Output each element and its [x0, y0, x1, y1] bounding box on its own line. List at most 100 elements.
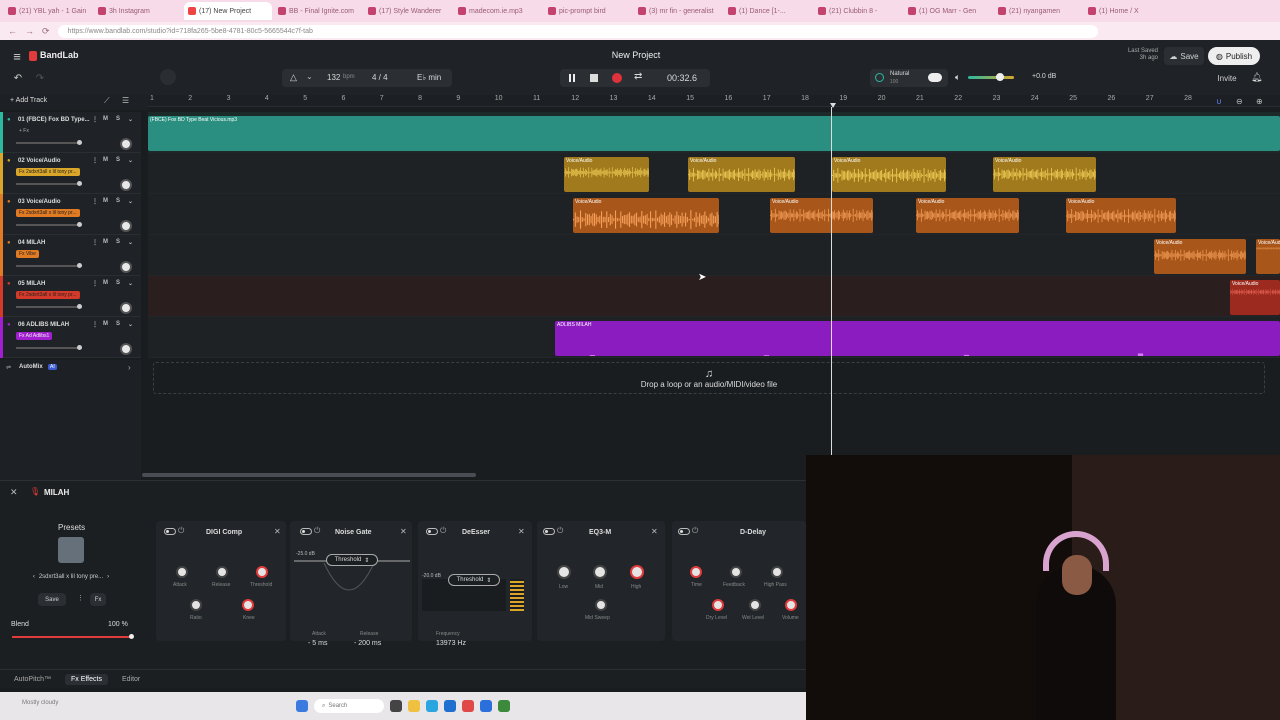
audio-clip[interactable]: Voice/Audio	[916, 198, 1019, 233]
mid-knob[interactable]	[593, 565, 607, 579]
track-header[interactable]: ● 02 Voice/Audio Fx 2sdxrt3all x lil tony …	[0, 153, 141, 194]
track-name[interactable]: 02 Voice/Audio	[18, 158, 61, 164]
loop-icon[interactable]: ⇄	[634, 71, 642, 82]
track-fx-chip[interactable]: Fx 2sdxrt3all x lil tony pr...	[16, 209, 80, 217]
browser-tab[interactable]: madecom.ie.mp3	[454, 2, 542, 20]
module-toggle[interactable]	[678, 528, 690, 535]
record-icon[interactable]	[612, 73, 622, 83]
solo-button[interactable]: S	[116, 321, 120, 327]
track-header[interactable]: ● 04 MILAH Fx Vibe ⋮ M S ⌄	[0, 235, 141, 276]
magnet-icon[interactable]: ∪	[1216, 97, 1222, 106]
module-toggle[interactable]	[164, 528, 176, 535]
tab-effects[interactable]: Fx Effects	[64, 674, 108, 685]
ratio-knob[interactable]	[190, 599, 202, 611]
track-name[interactable]: 06 ADLIBS MILAH	[18, 322, 69, 328]
track-header[interactable]: ● 05 MILAH Fx 2sdxrt3all x lil tony pr... ⋮…	[0, 276, 141, 317]
publish-button[interactable]: ◍ Publish	[1208, 47, 1260, 65]
solo-button[interactable]: S	[116, 116, 120, 122]
track-fx-chip[interactable]: Fx Ad Adlibs1	[16, 332, 53, 340]
power-icon[interactable]: ⏻	[314, 526, 320, 536]
knee-knob[interactable]	[242, 599, 254, 611]
threshold-knob[interactable]	[256, 566, 268, 578]
more-icon[interactable]: ⋮	[77, 594, 84, 602]
browser-tab[interactable]: (21) Clubbin 8 -	[814, 2, 902, 20]
track-pan-knob[interactable]	[120, 261, 132, 273]
edge-icon[interactable]	[426, 700, 438, 712]
save-button[interactable]: ☁ Save	[1164, 47, 1204, 65]
drop-zone[interactable]: ♫ Drop a loop or an audio/MIDI/video fil…	[153, 362, 1265, 394]
reload-icon[interactable]: ⟳	[42, 26, 50, 37]
mute-button[interactable]: M	[103, 157, 108, 163]
browser-tab[interactable]: (1) Dance [1-...	[724, 2, 812, 20]
master-volume-slider[interactable]	[968, 73, 1014, 81]
wet-level-knob[interactable]	[749, 599, 761, 611]
module-toggle[interactable]	[300, 528, 312, 535]
track-volume-slider[interactable]	[16, 263, 82, 268]
audio-clip[interactable]: Voice/Audio	[688, 157, 795, 192]
track-pan-knob[interactable]	[120, 179, 132, 191]
volume-knob[interactable]	[785, 599, 797, 611]
solo-button[interactable]: S	[116, 157, 120, 163]
high-knob[interactable]	[630, 565, 644, 579]
track-volume-slider[interactable]	[16, 304, 82, 309]
audio-clip[interactable]: Voice/Audio	[1230, 280, 1280, 315]
mute-button[interactable]: M	[103, 321, 108, 327]
more-icon[interactable]: ⋮	[92, 280, 98, 287]
browser-tab[interactable]: BB - Final Ignite.com	[274, 2, 362, 20]
power-icon[interactable]: ⏻	[692, 526, 698, 536]
back-arrow-icon[interactable]: ←	[8, 26, 17, 36]
track-fx-chip[interactable]: Fx 2sdxrt3all x lil tony pr...	[16, 168, 80, 176]
close-icon[interactable]: ✕	[10, 487, 18, 498]
attack-knob[interactable]	[176, 566, 188, 578]
frequency-value[interactable]: 13973 Hz	[436, 640, 466, 647]
fx-icon[interactable]: Fx	[90, 593, 106, 606]
chevron-down-icon[interactable]: ⌄	[128, 239, 133, 246]
track-fx-chip[interactable]: Fx 2sdxrt3all x lil tony pr...	[16, 291, 80, 299]
power-icon[interactable]: ⏻	[440, 526, 446, 536]
track-header[interactable]: ● 03 Voice/Audio Fx 2sdxrt3all x lil tony …	[0, 194, 141, 235]
more-icon[interactable]: ⋮	[92, 116, 98, 123]
automix-row[interactable]: ⇌ AutoMix AI ›	[0, 360, 141, 376]
feedback-knob[interactable]	[730, 566, 742, 578]
track-header[interactable]: ● 06 ADLIBS MILAH Fx Ad Adlibs1 ⋮ M S ⌄	[0, 317, 141, 358]
app-icon[interactable]	[480, 700, 492, 712]
track-volume-slider[interactable]	[16, 345, 82, 350]
mute-button[interactable]: M	[103, 198, 108, 204]
track-lane[interactable]	[148, 276, 1280, 317]
bpm-value[interactable]: 132	[327, 73, 340, 82]
undo-icon[interactable]: ↶	[10, 71, 26, 85]
attack-value[interactable]: ‑ 5 ms	[308, 640, 327, 647]
track-lanes[interactable]: (FBCE) Fox BD Type Beat Vicious.mp3 Voice…	[148, 112, 1280, 358]
power-icon[interactable]: ⏻	[178, 526, 184, 536]
audio-clip[interactable]: Voice/Audio	[993, 157, 1096, 192]
track-pan-knob[interactable]	[120, 138, 132, 150]
browser-tab[interactable]: pic-prompt bird	[544, 2, 632, 20]
preset-save-button[interactable]: Save	[38, 593, 66, 606]
zoom-in-icon[interactable]: ⊕	[1256, 97, 1263, 106]
low-knob[interactable]	[557, 565, 571, 579]
high-pass-knob[interactable]	[771, 566, 783, 578]
obs-icon[interactable]	[498, 700, 510, 712]
more-icon[interactable]: ⋮	[92, 157, 98, 164]
reverb-toggle[interactable]	[928, 73, 942, 82]
invite-button[interactable]: Invite	[1212, 69, 1242, 87]
chrome-icon[interactable]	[462, 700, 474, 712]
audio-clip[interactable]: Voice/Audio	[832, 157, 946, 192]
release-knob[interactable]	[216, 566, 228, 578]
close-icon[interactable]: ✕	[274, 527, 281, 536]
track-pan-knob[interactable]	[120, 220, 132, 232]
threshold-pill[interactable]: Threshold ⇕	[326, 554, 378, 566]
zoom-out-icon[interactable]: ⊖	[1236, 97, 1243, 106]
reverb-control[interactable]: Natural 100	[870, 69, 948, 87]
browser-tab[interactable]: (1) Home / X	[1084, 2, 1172, 20]
audio-clip[interactable]: ADLIBS MILAH	[555, 321, 1280, 356]
mute-button[interactable]: M	[103, 116, 108, 122]
more-icon[interactable]: ⋮	[92, 321, 98, 328]
wand-icon[interactable]: ⟋	[104, 96, 110, 106]
track-pan-knob[interactable]	[120, 302, 132, 314]
track-name[interactable]: 03 Voice/Audio	[18, 199, 61, 205]
track-volume-slider[interactable]	[16, 140, 82, 145]
power-icon[interactable]: ⏻	[557, 526, 563, 536]
add-track-button[interactable]: + Add Track	[10, 97, 47, 104]
timeline-ruler[interactable]: 1 2 3 4 5 6 7 8 9 10 11 12 13 14 15 16 17 18 19 20 21 22 23 24 2…	[148, 95, 1280, 107]
